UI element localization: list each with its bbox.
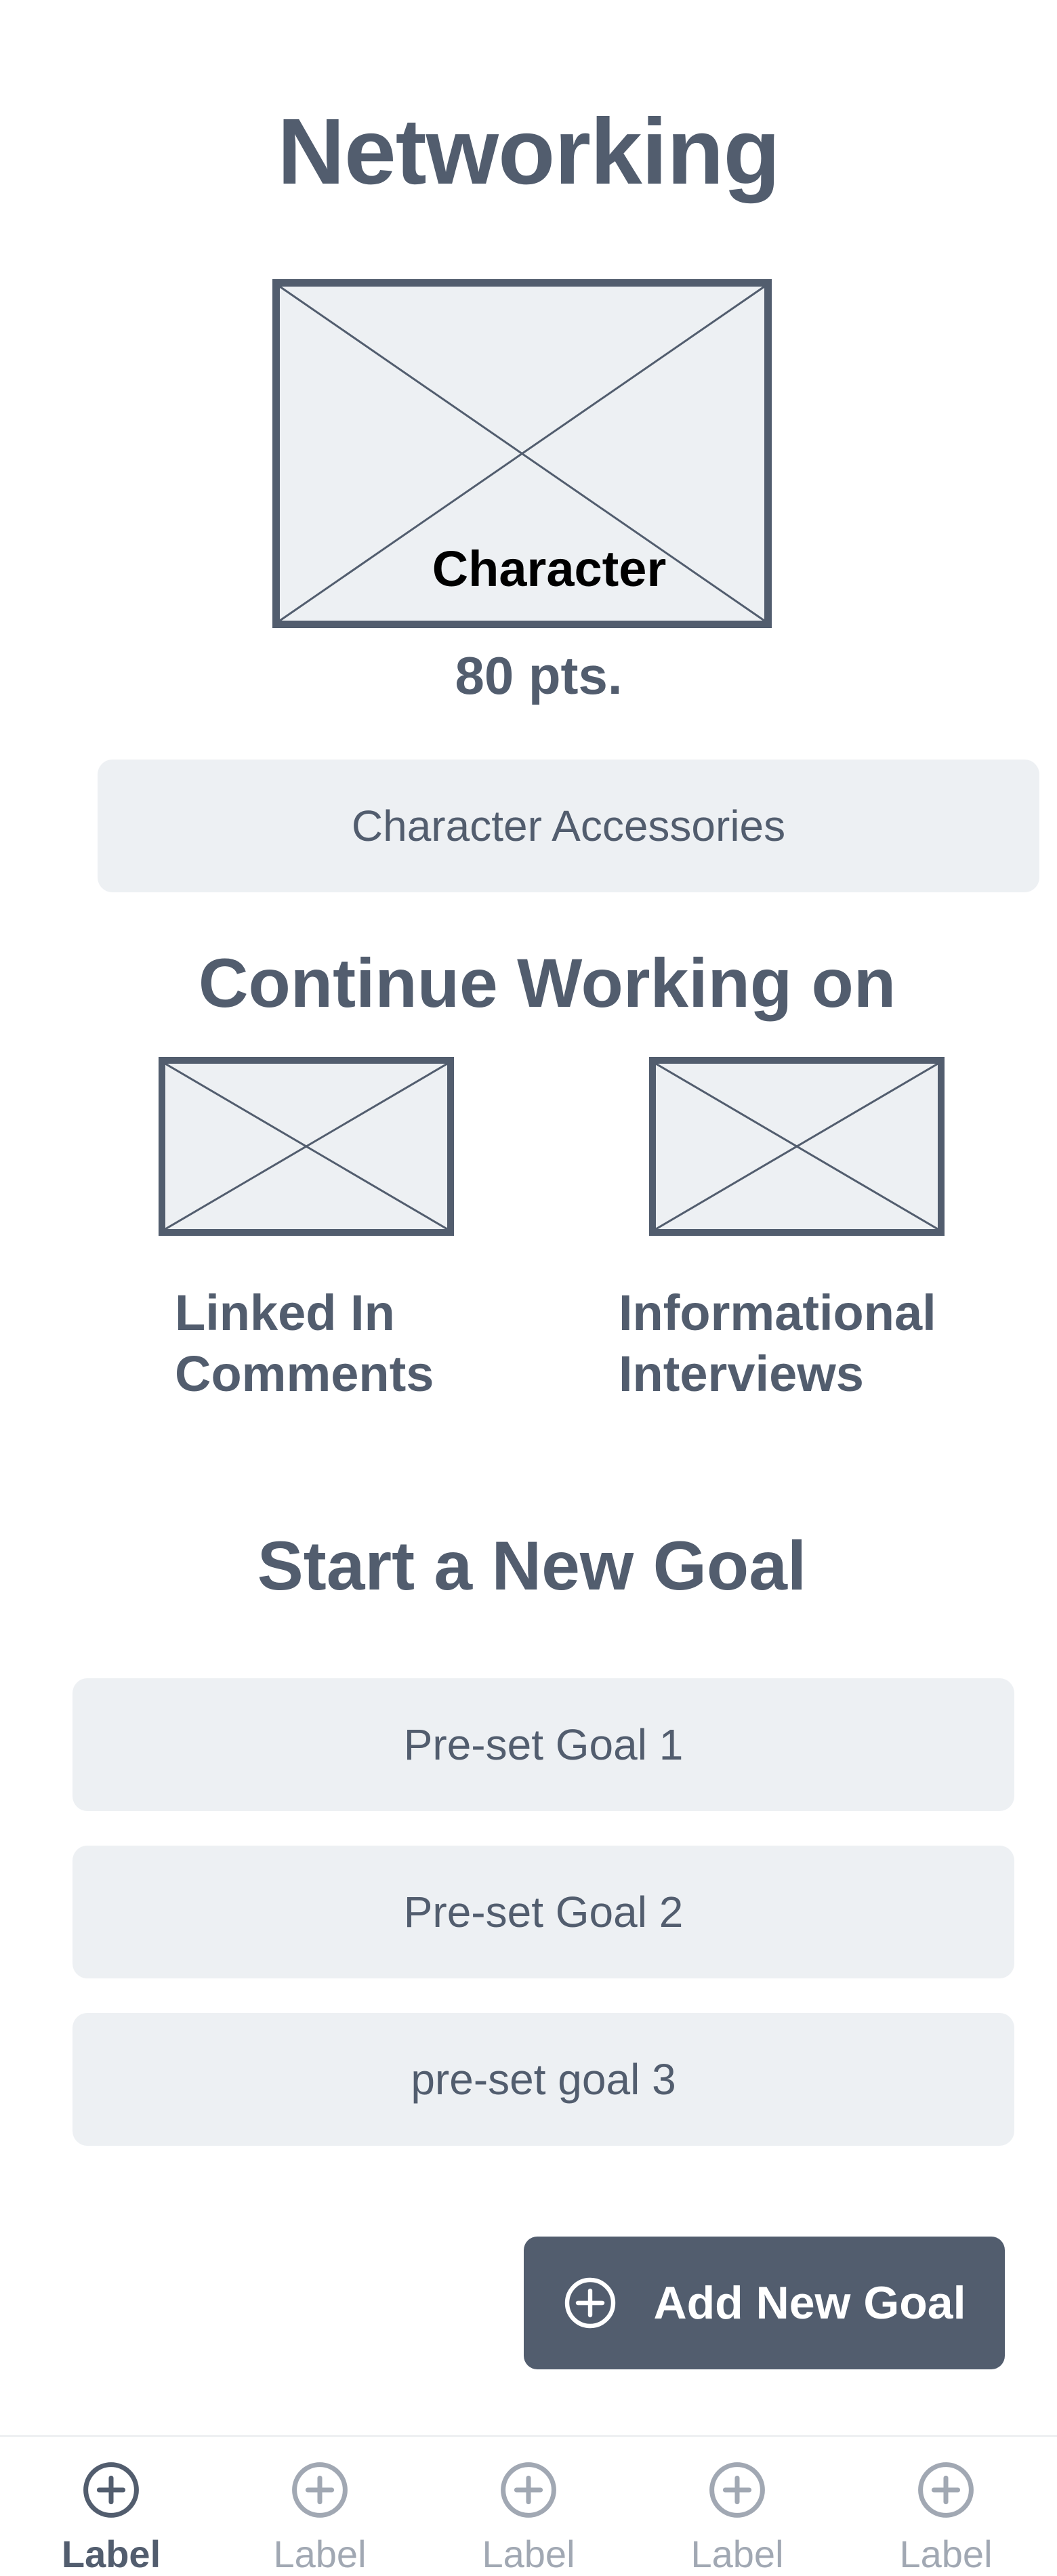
linkedin-comments-thumbnail[interactable] bbox=[159, 1057, 454, 1236]
plus-circle-icon bbox=[83, 2462, 139, 2518]
tab-4[interactable]: Label bbox=[669, 2460, 805, 2576]
bottom-tab-bar: Label Label Label Label Label bbox=[0, 2435, 1057, 2575]
continue-working-title: Continue Working on bbox=[198, 944, 896, 1022]
tab-1[interactable]: Label bbox=[43, 2460, 179, 2576]
points-display: 80 pts. bbox=[455, 646, 623, 705]
plus-circle-icon bbox=[292, 2462, 348, 2518]
informational-interviews-label[interactable]: Informational Interviews bbox=[619, 1283, 971, 1405]
plus-circle-icon bbox=[709, 2462, 765, 2518]
character-label: Character bbox=[432, 541, 667, 597]
image-placeholder-icon bbox=[656, 1064, 938, 1229]
tab-label: Label bbox=[61, 2533, 161, 2575]
character-accessories-button[interactable]: Character Accessories bbox=[98, 760, 1039, 892]
new-goal-title: Start a New Goal bbox=[257, 1527, 807, 1604]
plus-circle-icon bbox=[564, 2277, 615, 2329]
page-title: Networking bbox=[277, 100, 780, 204]
tab-2[interactable]: Label bbox=[252, 2460, 388, 2576]
informational-interviews-thumbnail[interactable] bbox=[649, 1057, 945, 1236]
tab-label: Label bbox=[482, 2533, 575, 2575]
tab-label: Label bbox=[899, 2533, 993, 2575]
tab-5[interactable]: Label bbox=[878, 2460, 1014, 2576]
add-new-goal-button[interactable]: Add New Goal bbox=[524, 2237, 1005, 2369]
image-placeholder-icon bbox=[165, 1064, 447, 1229]
tab-3[interactable]: Label bbox=[461, 2460, 596, 2576]
tab-label: Label bbox=[690, 2533, 784, 2575]
character-image: Character bbox=[272, 279, 772, 628]
preset-goal-3-button[interactable]: pre-set goal 3 bbox=[72, 2013, 1014, 2146]
preset-goal-1-button[interactable]: Pre-set Goal 1 bbox=[72, 1678, 1014, 1811]
preset-goal-2-button[interactable]: Pre-set Goal 2 bbox=[72, 1846, 1014, 1978]
plus-circle-icon bbox=[501, 2462, 556, 2518]
plus-circle-icon bbox=[918, 2462, 974, 2518]
add-new-goal-label: Add New Goal bbox=[653, 2277, 966, 2329]
linkedin-comments-label[interactable]: Linked In Comments bbox=[175, 1283, 527, 1405]
tab-label: Label bbox=[273, 2533, 367, 2575]
